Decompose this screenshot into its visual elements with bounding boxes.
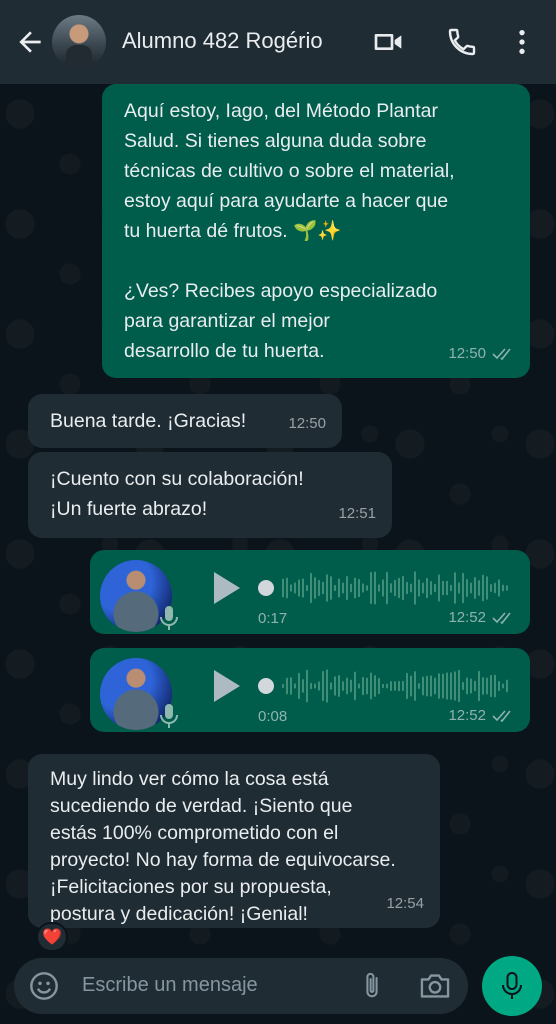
outgoing-message[interactable]: Aquí estoy, Iago, del Método Plantar Sal…: [102, 84, 530, 378]
message-text: Muy lindo ver cómo la cosa está sucedien…: [50, 768, 396, 925]
mic-icon: [160, 704, 178, 728]
mic-icon: [502, 972, 522, 999]
message-meta: 12:51: [338, 499, 376, 529]
heart-reaction[interactable]: ❤️: [36, 922, 68, 952]
video-call-icon[interactable]: [372, 26, 404, 58]
message-time: 12:52: [448, 707, 486, 724]
read-ticks-icon: [492, 709, 511, 722]
emoji-icon[interactable]: [28, 970, 60, 1002]
camera-icon[interactable]: [418, 970, 452, 1002]
message-text: Aquí estoy, Iago, del Método Plantar Sal…: [124, 100, 455, 362]
voice-duration: 0:08: [258, 708, 288, 725]
incoming-message[interactable]: Buena tarde. ¡Gracias! 12:50: [28, 394, 342, 448]
read-ticks-icon: [492, 611, 511, 624]
message-time: 12:51: [338, 505, 376, 522]
back-arrow-icon[interactable]: [14, 26, 46, 58]
incoming-message[interactable]: Muy lindo ver cómo la cosa está sucedien…: [28, 754, 440, 928]
voice-record-button[interactable]: [482, 956, 542, 1016]
message-meta: 12:50: [448, 339, 514, 369]
play-icon[interactable]: [210, 668, 242, 704]
voice-message[interactable]: 0:17 12:52: [90, 550, 530, 634]
message-meta: 12:52: [448, 609, 514, 626]
message-input[interactable]: Escribe un mensaje: [82, 974, 258, 997]
message-input-bar[interactable]: Escribe un mensaje: [14, 958, 468, 1014]
chat-header: Alumno 482 Rogério: [0, 0, 556, 84]
message-time: 12:50: [288, 415, 326, 432]
message-time: 12:54: [386, 895, 424, 912]
message-meta: 12:54: [386, 889, 424, 919]
message-text: Buena tarde. ¡Gracias!: [50, 410, 247, 432]
message-meta: 12:52: [448, 707, 514, 724]
read-ticks-icon: [492, 348, 511, 361]
message-time: 12:50: [448, 345, 486, 362]
contact-name[interactable]: Alumno 482 Rogério: [122, 28, 323, 54]
phone-icon[interactable]: [446, 26, 478, 58]
contact-avatar[interactable]: [52, 15, 106, 69]
more-vert-icon[interactable]: [506, 26, 538, 58]
voice-duration: 0:17: [258, 610, 288, 627]
message-text: ¡Cuento con su colaboración! ¡Un fuerte …: [50, 468, 304, 520]
voice-message[interactable]: 0:08 12:52: [90, 648, 530, 732]
playback-slider-thumb[interactable]: [258, 678, 274, 694]
mic-icon: [160, 606, 178, 630]
waveform: [282, 669, 508, 703]
incoming-message[interactable]: ¡Cuento con su colaboración! ¡Un fuerte …: [28, 452, 392, 538]
playback-slider-thumb[interactable]: [258, 580, 274, 596]
message-meta: 12:50: [288, 409, 326, 439]
attach-icon[interactable]: [358, 970, 386, 1002]
play-icon[interactable]: [210, 570, 242, 606]
message-time: 12:52: [448, 609, 486, 626]
waveform: [282, 571, 508, 605]
